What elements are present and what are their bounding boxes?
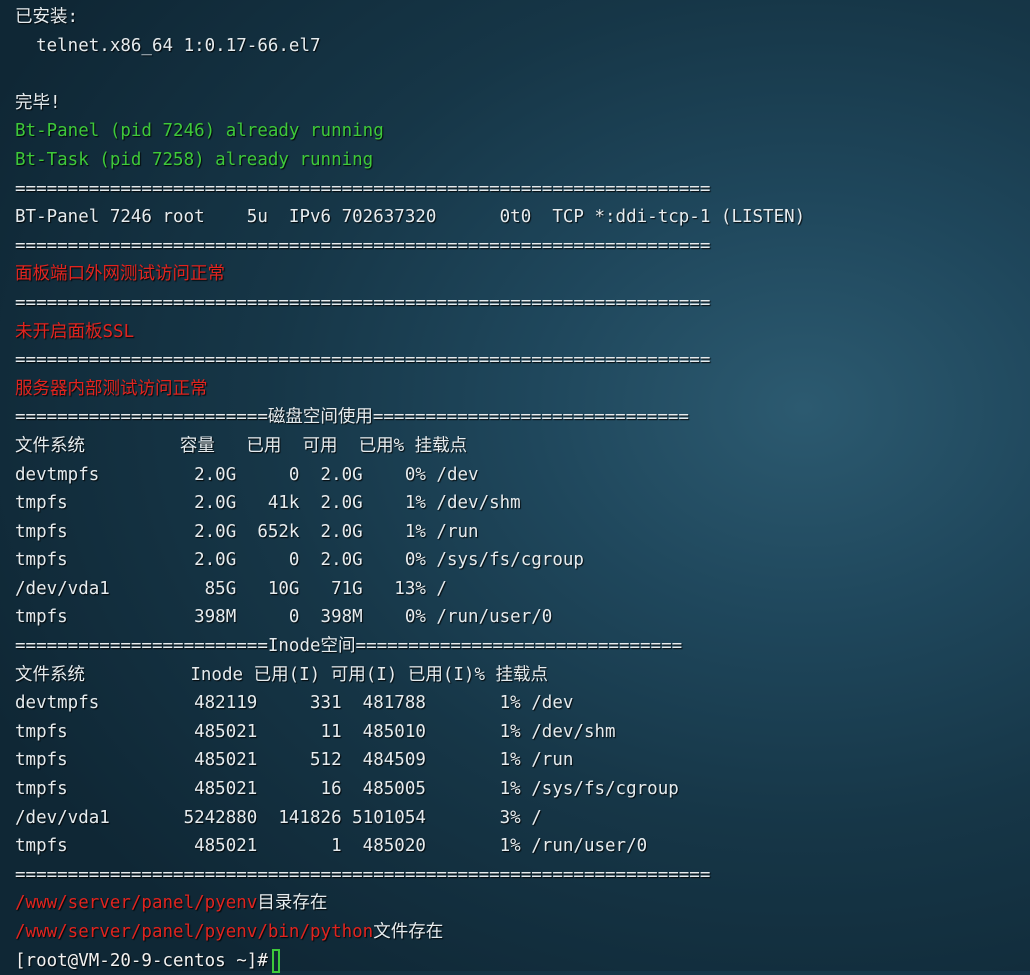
terminal-line: 完毕!	[15, 92, 61, 113]
terminal-line: 已安装:	[15, 7, 79, 27]
terminal-line: 文件系统 容量 已用 可用 已用% 挂载点	[15, 435, 468, 456]
terminal-line: tmpfs 485021 16 485005 1% /sys/fs/cgroup	[15, 779, 679, 800]
path-line-pyenv-dir: /www/server/panel/pyenv目录存在	[15, 889, 1030, 918]
terminal-line: tmpfs 2.0G 0 2.0G 0% /sys/fs/cgroup	[15, 550, 584, 571]
path-line-python-file: /www/server/panel/pyenv/bin/python文件存在	[15, 918, 1030, 947]
terminal-line: ========================磁盘空间使用==========…	[15, 407, 689, 428]
terminal-window[interactable]: 已安装: telnet.x86_64 1:0.17-66.el7 完毕! Bt-Pa…	[0, 0, 1030, 973]
terminal-line: tmpfs 485021 11 485010 1% /dev/shm	[15, 721, 616, 742]
path-status-text: 文件存在	[373, 922, 444, 942]
terminal-line: tmpfs 485021 1 485020 1% /run/user/0	[15, 836, 648, 857]
terminal-output: 已安装: telnet.x86_64 1:0.17-66.el7 完毕! Bt-Pa…	[15, 3, 1030, 889]
terminal-line: ========================================…	[15, 292, 711, 313]
terminal-line: 文件系统 Inode 已用(I) 可用(I) 已用(I)% 挂载点	[15, 664, 549, 685]
terminal-line: tmpfs 2.0G 652k 2.0G 1% /run	[15, 521, 479, 542]
terminal-line: devtmpfs 482119 331 481788 1% /dev	[15, 693, 574, 714]
path-status-text: 目录存在	[257, 893, 328, 914]
terminal-line: ========================Inode空间=========…	[15, 636, 683, 657]
terminal-line: ========================================…	[15, 350, 711, 371]
terminal-line: tmpfs 2.0G 41k 2.0G 1% /dev/shm	[15, 493, 521, 514]
path-text: /www/server/panel/pyenv	[15, 893, 258, 914]
terminal-line: tmpfs 485021 512 484509 1% /run	[15, 750, 574, 771]
terminal-line: 服务器内部测试访问正常	[15, 378, 208, 399]
terminal-line: Bt-Panel (pid 7246) already running	[15, 121, 384, 142]
terminal-line: /dev/vda1 5242880 141826 5101054 3% /	[15, 807, 542, 828]
terminal-line: 未开启面板SSL	[15, 321, 135, 342]
terminal-line: BT-Panel 7246 root 5u IPv6 702637320 0t0…	[15, 207, 806, 228]
terminal-line: devtmpfs 2.0G 0 2.0G 0% /dev	[15, 464, 479, 485]
shell-prompt: [root@VM-20-9-centos ~]#	[15, 950, 268, 971]
terminal-line: tmpfs 398M 0 398M 0% /run/user/0	[15, 607, 553, 628]
terminal-line: Bt-Task (pid 7258) already running	[15, 149, 374, 170]
terminal-line: 面板端口外网测试访问正常	[15, 264, 225, 285]
terminal-line: ========================================…	[15, 864, 711, 885]
terminal-line: ========================================…	[15, 178, 711, 199]
terminal-cursor[interactable]	[271, 948, 280, 973]
terminal-line: ========================================…	[15, 235, 711, 256]
terminal-line: /dev/vda1 85G 10G 71G 13% /	[15, 578, 447, 599]
terminal-line: telnet.x86_64 1:0.17-66.el7	[15, 35, 321, 56]
path-text: /www/server/panel/pyenv/bin/python	[15, 922, 374, 942]
